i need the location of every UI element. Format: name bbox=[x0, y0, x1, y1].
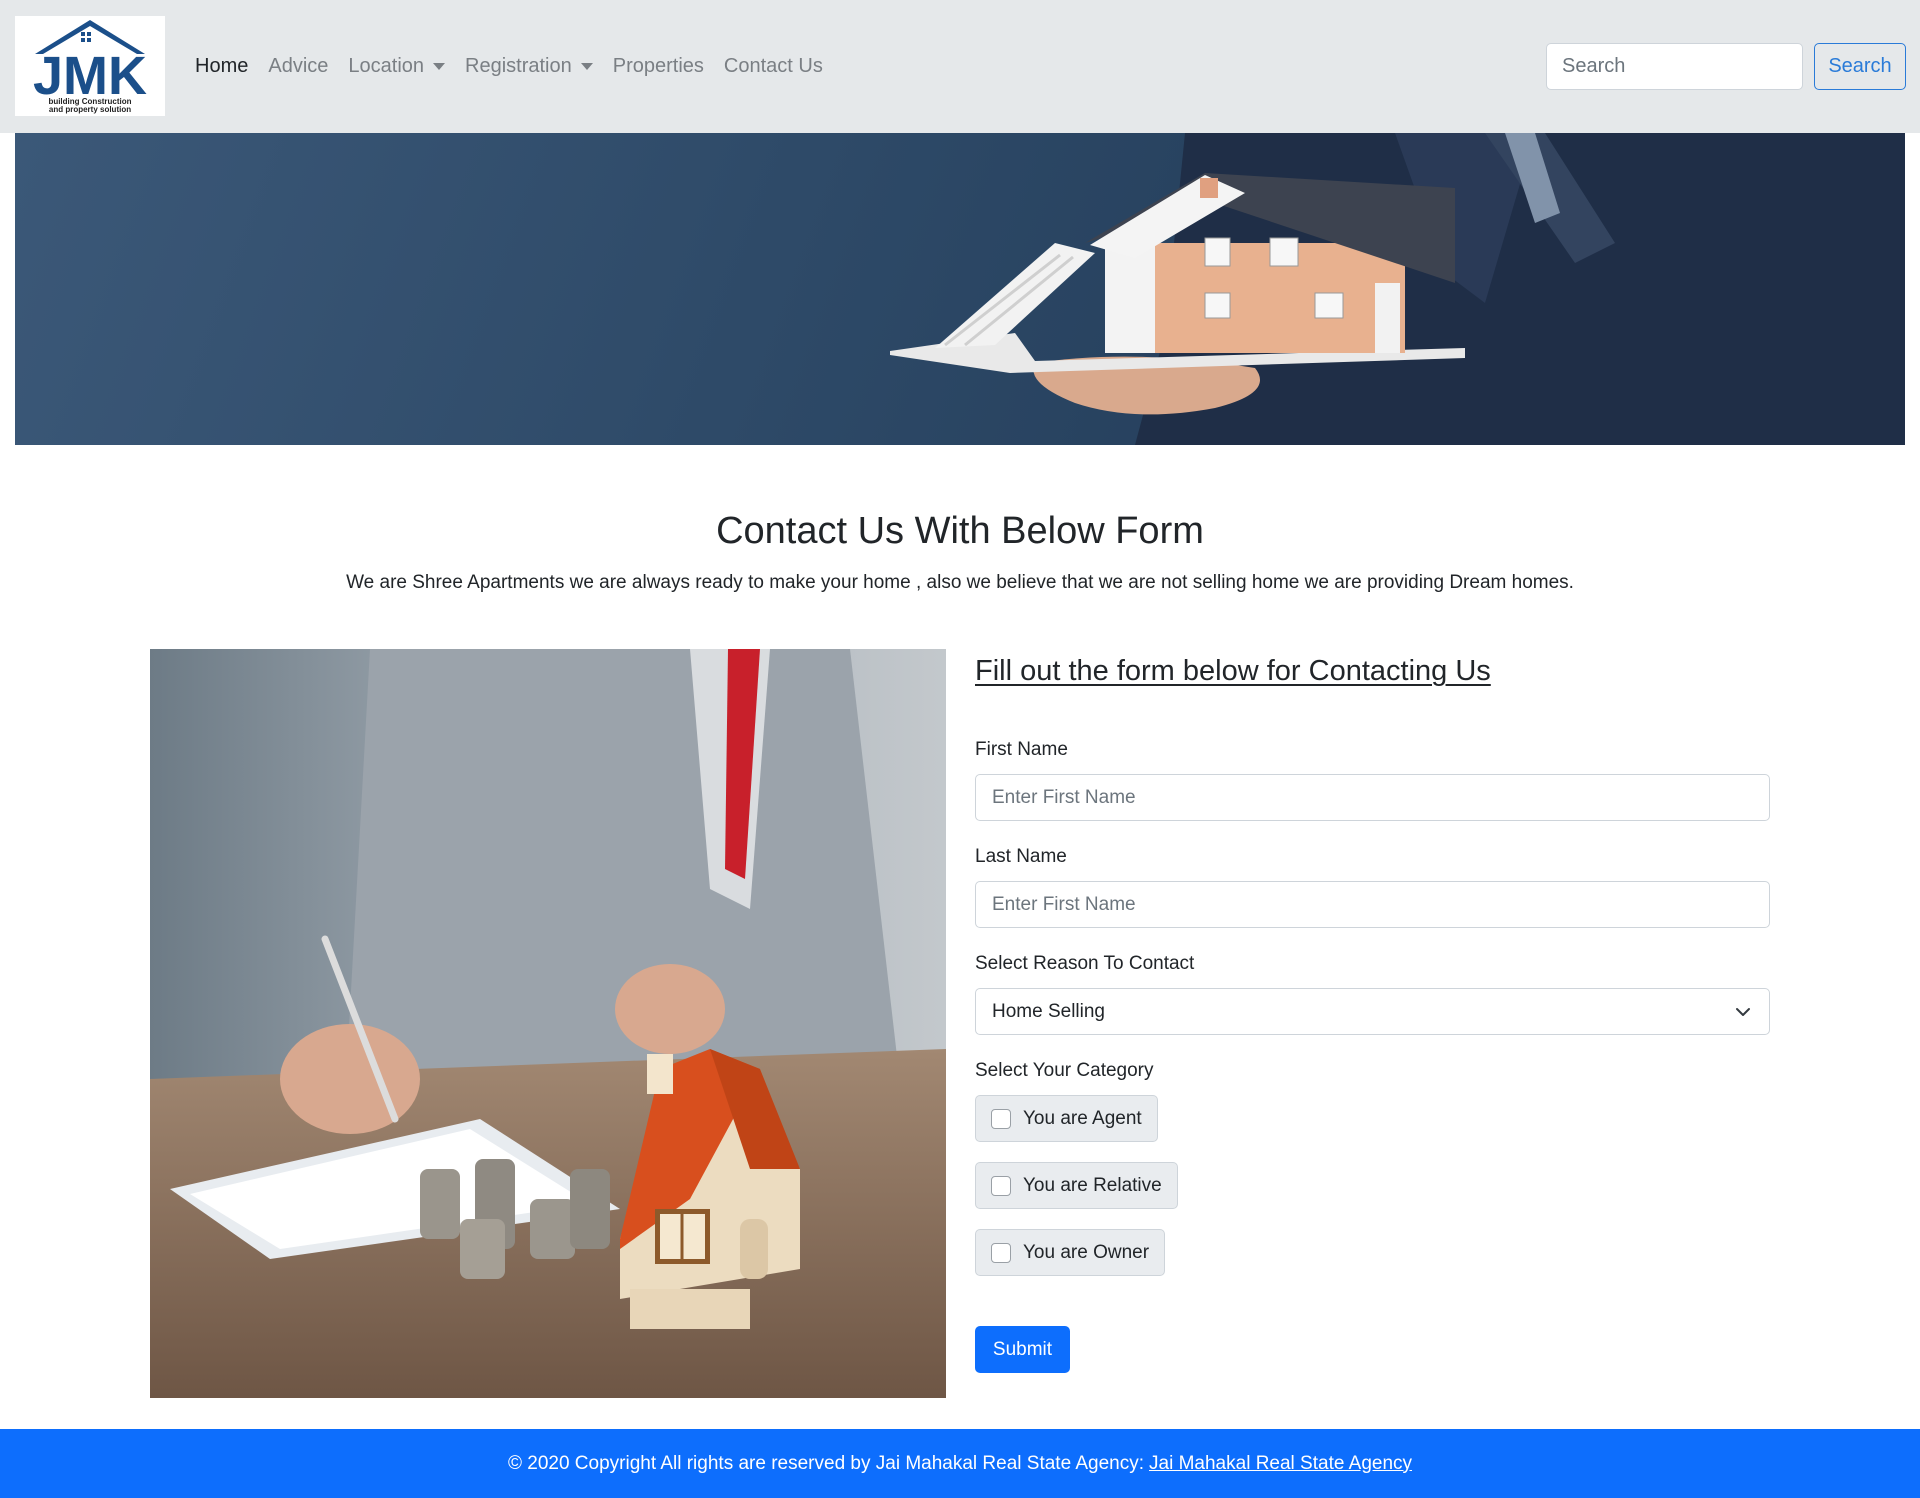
footer: © 2020 Copyright All rights are reserved… bbox=[0, 1429, 1920, 1498]
nav-location-label: Location bbox=[348, 55, 425, 77]
hero-banner-image bbox=[15, 133, 1905, 445]
nav-location-dropdown[interactable]: Location bbox=[348, 55, 446, 78]
chevron-down-icon bbox=[1736, 1008, 1750, 1016]
last-name-input[interactable] bbox=[975, 881, 1770, 928]
category-agent-option[interactable]: You are Agent bbox=[975, 1095, 1158, 1142]
contact-side-image bbox=[150, 649, 946, 1398]
checkbox-owner[interactable] bbox=[991, 1242, 1011, 1263]
logo-tagline: and property solution bbox=[49, 105, 131, 114]
category-owner-option[interactable]: You are Owner bbox=[975, 1229, 1166, 1276]
category-relative-label: You are Relative bbox=[1023, 1174, 1162, 1196]
category-relative-option[interactable]: You are Relative bbox=[975, 1162, 1178, 1209]
nav-registration-label: Registration bbox=[465, 55, 572, 77]
nav-advice[interactable]: Advice bbox=[268, 55, 328, 78]
submit-button[interactable]: Submit bbox=[975, 1326, 1070, 1373]
category-label: Select Your Category bbox=[975, 1060, 1154, 1081]
nav-home[interactable]: Home bbox=[195, 55, 248, 78]
caret-down-icon bbox=[580, 63, 593, 70]
page-subheading: We are Shree Apartments we are always re… bbox=[346, 572, 1574, 593]
first-name-label: First Name bbox=[975, 739, 1068, 760]
nav-contact-us[interactable]: Contact Us bbox=[724, 55, 823, 78]
navbar: JMK building Construction and property s… bbox=[0, 0, 1920, 133]
reason-select[interactable]: Home Selling bbox=[975, 988, 1770, 1035]
category-agent-label: You are Agent bbox=[1023, 1107, 1142, 1129]
search-button[interactable]: Search bbox=[1814, 43, 1906, 90]
nav-registration-dropdown[interactable]: Registration bbox=[465, 55, 593, 78]
brand-logo[interactable]: JMK building Construction and property s… bbox=[15, 16, 165, 116]
reason-select-value: Home Selling bbox=[992, 1000, 1105, 1022]
main-nav: Home Advice Location Registration Proper… bbox=[195, 0, 843, 133]
first-name-input[interactable] bbox=[975, 774, 1770, 821]
nav-properties[interactable]: Properties bbox=[613, 55, 704, 78]
category-owner-label: You are Owner bbox=[1023, 1241, 1150, 1263]
search-input[interactable] bbox=[1546, 43, 1803, 90]
reason-label: Select Reason To Contact bbox=[975, 953, 1195, 974]
footer-agency-link[interactable]: Jai Mahakal Real State Agency bbox=[1149, 1453, 1412, 1475]
page-heading: Contact Us With Below Form bbox=[716, 510, 1204, 552]
caret-down-icon bbox=[433, 63, 446, 70]
form-title: Fill out the form below for Contacting U… bbox=[975, 655, 1491, 687]
checkbox-relative[interactable] bbox=[991, 1175, 1011, 1196]
checkbox-agent[interactable] bbox=[991, 1108, 1011, 1129]
last-name-label: Last Name bbox=[975, 846, 1067, 867]
footer-copyright: © 2020 Copyright All rights are reserved… bbox=[507, 1452, 1145, 1474]
